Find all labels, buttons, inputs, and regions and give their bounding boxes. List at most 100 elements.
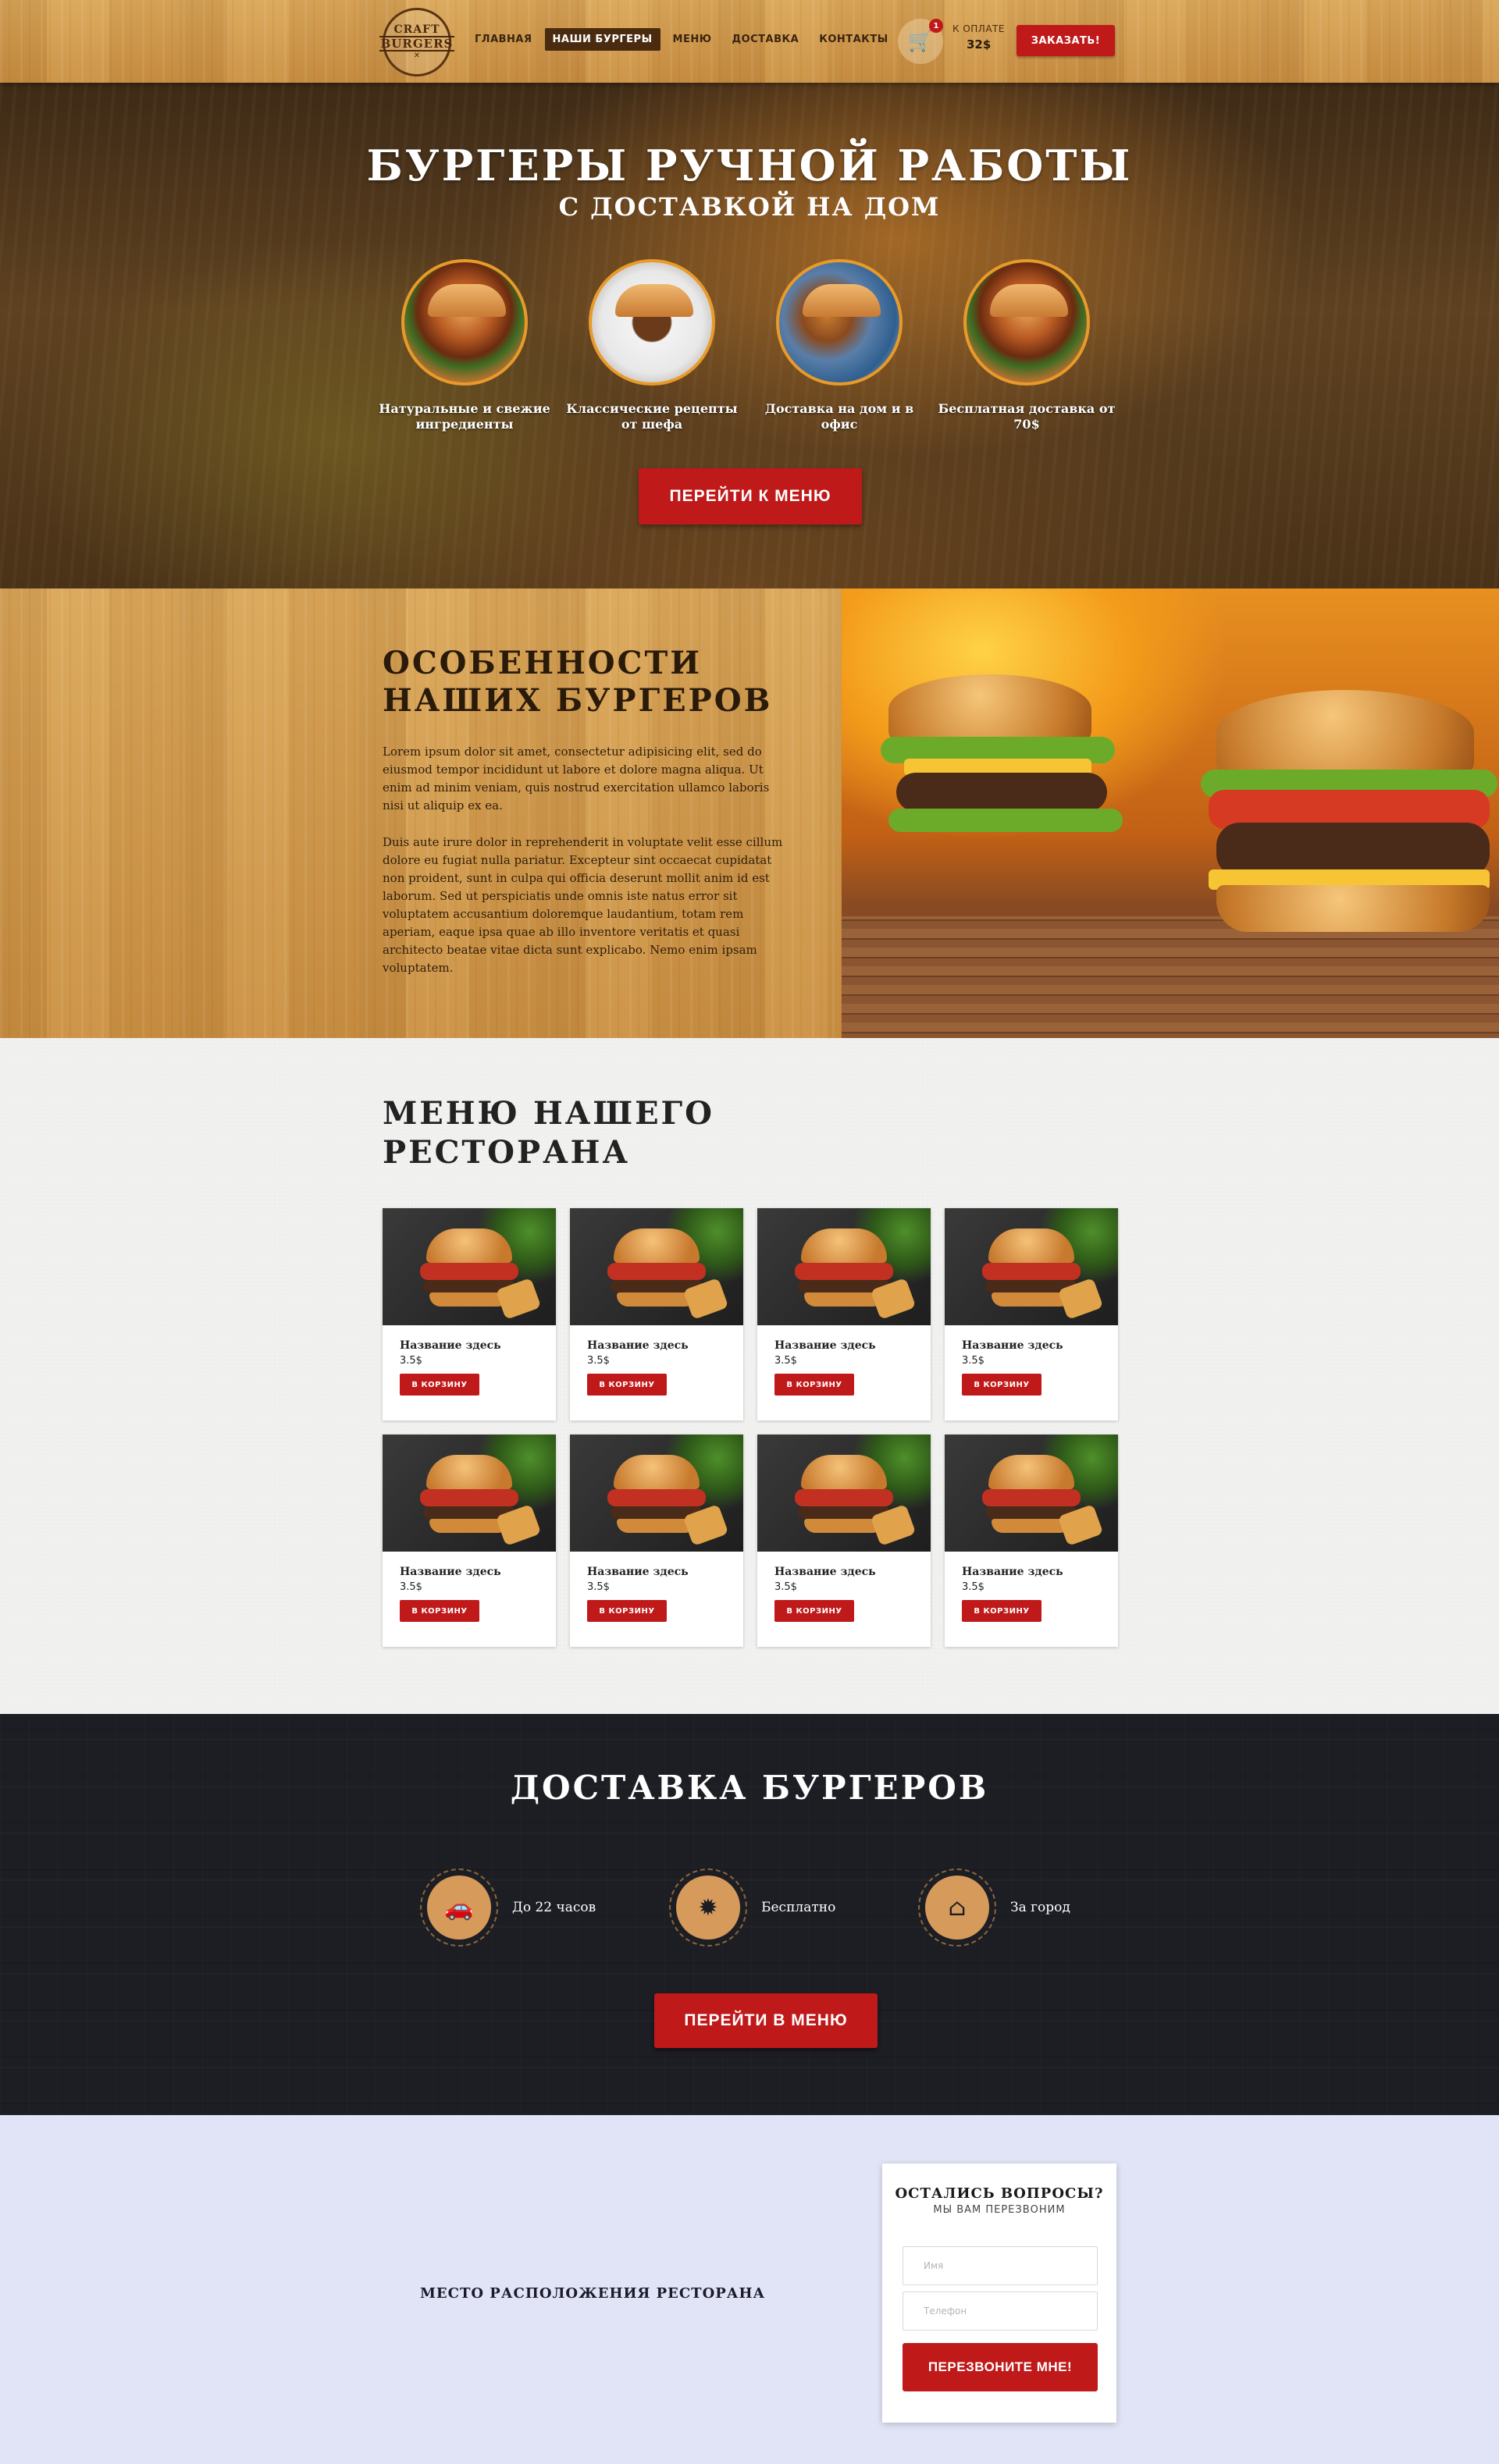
menu-card[interactable]: Название здесь 3.5$ В корзину	[757, 1208, 931, 1420]
order-button[interactable]: Заказать!	[1017, 25, 1115, 56]
main-nav: Главная Наши бургеры Меню Доставка Конта…	[467, 28, 896, 51]
shopping-cart-icon: 🛒	[907, 30, 934, 53]
menu-card[interactable]: Название здесь 3.5$ В корзину	[945, 1435, 1118, 1647]
add-to-cart-button[interactable]: В корзину	[774, 1600, 854, 1622]
nav-item-burgers[interactable]: Наши бургеры	[544, 28, 660, 51]
about-paragraph: Lorem ipsum dolor sit amet, consectetur …	[383, 745, 770, 812]
feature-photo	[589, 259, 715, 386]
feature-photo	[963, 259, 1090, 386]
car-icon: 🚗	[427, 1876, 491, 1940]
about-title-line2: наших бургеров	[383, 682, 773, 719]
menu-item-name: Название здесь	[962, 1339, 1063, 1352]
menu-title: Меню нашего ресторана	[383, 1094, 714, 1172]
menu-item-price: 3.5$	[962, 1355, 984, 1367]
menu-card[interactable]: Название здесь 3.5$ В корзину	[757, 1435, 931, 1647]
badge-icon: ✹	[676, 1876, 740, 1940]
hero-title: Бургеры ручной работы	[366, 140, 1133, 190]
menu-item-price: 3.5$	[587, 1581, 610, 1593]
menu-item-price: 3.5$	[400, 1355, 422, 1367]
feature-caption: Бесплатная доставка от 70$	[938, 401, 1116, 432]
form-title: Остались вопросы?	[895, 2185, 1104, 2202]
delivery-feature: 🚗 До 22 часов	[420, 1868, 596, 1947]
hero-feature: Классические рецепты от шефа	[558, 259, 746, 432]
burger-photo	[570, 1208, 743, 1325]
nav-item-delivery[interactable]: Доставка	[725, 28, 807, 51]
nav-item-home[interactable]: Главная	[467, 28, 540, 51]
delivery-feature: ✹ Бесплатно	[669, 1868, 835, 1947]
pay-label: К оплате	[952, 23, 1005, 34]
feature-photo	[401, 259, 528, 386]
feature-caption: Классические рецепты от шефа	[566, 401, 738, 432]
hero-section: Бургеры ручной работы с доставкой на дом…	[0, 83, 1499, 588]
feature-photo	[776, 259, 903, 386]
add-to-cart-button[interactable]: В корзину	[587, 1600, 667, 1622]
menu-card[interactable]: Название здесь 3.5$ В корзину	[383, 1208, 556, 1420]
hero-subtitle: с доставкой на дом	[558, 192, 941, 222]
menu-item-price: 3.5$	[962, 1581, 984, 1593]
name-field[interactable]	[903, 2246, 1098, 2285]
add-to-cart-button[interactable]: В корзину	[400, 1600, 479, 1622]
phone-field[interactable]	[903, 2292, 1098, 2331]
about-title-line1: Особенности	[383, 645, 703, 681]
feature-caption: Натуральные и свежие ингредиенты	[379, 401, 550, 432]
logo-text-top: CRAFT	[393, 23, 440, 36]
nav-item-menu[interactable]: Меню	[665, 28, 720, 51]
hero-feature: Бесплатная доставка от 70$	[933, 259, 1120, 432]
callback-form: Остались вопросы? Мы вам перезвоним Пере…	[882, 2164, 1116, 2423]
restaurant-location-map[interactable]: Место расположения ресторана	[420, 2285, 765, 2302]
menu-section	[0, 1038, 1499, 1714]
menu-item-name: Название здесь	[774, 1566, 876, 1578]
delivery-title: Доставка бургеров	[510, 1769, 989, 1807]
about-paragraph: Duis aute irure dolor in reprehenderit i…	[383, 835, 783, 975]
menu-card[interactable]: Название здесь 3.5$ В корзину	[570, 1435, 743, 1647]
craft-burgers-logo[interactable]: CRAFT BURGERS ✕	[379, 8, 455, 76]
menu-item-price: 3.5$	[774, 1581, 797, 1593]
hero-feature: Доставка на дом и в офис	[746, 259, 933, 432]
menu-item-name: Название здесь	[587, 1566, 689, 1578]
menu-card[interactable]: Название здесь 3.5$ В корзину	[945, 1208, 1118, 1420]
menu-title-line2: ресторана	[383, 1134, 631, 1171]
burger-photo	[757, 1208, 931, 1325]
add-to-cart-button[interactable]: В корзину	[587, 1374, 667, 1396]
pay-amount: 32$	[967, 37, 992, 52]
cart-count-badge: 1	[929, 19, 943, 33]
delivery-feature-label: До 22 часов	[512, 1900, 596, 1915]
menu-item-price: 3.5$	[587, 1355, 610, 1367]
burgers-photo	[842, 588, 1499, 1038]
delivery-feature: ⌂ За город	[918, 1868, 1070, 1947]
burger-photo	[757, 1435, 931, 1552]
feature-caption: Доставка на дом и в офис	[764, 401, 914, 432]
add-to-cart-button[interactable]: В корзину	[400, 1374, 479, 1396]
menu-item-price: 3.5$	[400, 1581, 422, 1593]
burger-photo	[945, 1435, 1118, 1552]
about-title: Особенности наших бургеров	[383, 645, 772, 720]
menu-card[interactable]: Название здесь 3.5$ В корзину	[570, 1208, 743, 1420]
menu-title-line1: Меню нашего	[383, 1095, 715, 1132]
go-to-menu-button-delivery[interactable]: Перейти в меню	[654, 1993, 878, 2048]
go-to-menu-button[interactable]: Перейти к меню	[639, 468, 862, 524]
delivery-feature-label: За город	[1010, 1900, 1070, 1915]
burger-photo	[945, 1208, 1118, 1325]
menu-item-name: Название здесь	[962, 1566, 1063, 1578]
hero-feature: Натуральные и свежие ингредиенты	[371, 259, 558, 432]
burger-photo	[570, 1435, 743, 1552]
menu-item-name: Название здесь	[400, 1566, 501, 1578]
burger-photo	[383, 1435, 556, 1552]
form-subtitle: Мы вам перезвоним	[933, 2204, 1066, 2216]
call-me-button[interactable]: Перезвоните мне!	[903, 2343, 1098, 2391]
add-to-cart-button[interactable]: В корзину	[962, 1600, 1041, 1622]
add-to-cart-button[interactable]: В корзину	[962, 1374, 1041, 1396]
add-to-cart-button[interactable]: В корзину	[774, 1374, 854, 1396]
home-icon: ⌂	[925, 1876, 989, 1940]
delivery-feature-label: Бесплатно	[761, 1900, 836, 1915]
menu-item-price: 3.5$	[774, 1355, 797, 1367]
menu-card[interactable]: Название здесь 3.5$ В корзину	[383, 1435, 556, 1647]
nav-item-contacts[interactable]: Контакты	[811, 28, 895, 51]
logo-text-main: BURGERS	[379, 35, 455, 52]
burger-photo	[383, 1208, 556, 1325]
site-header: CRAFT BURGERS ✕ Главная Наши бургеры Мен…	[0, 0, 1499, 83]
menu-item-name: Название здесь	[587, 1339, 689, 1352]
menu-item-name: Название здесь	[774, 1339, 876, 1352]
menu-item-name: Название здесь	[400, 1339, 501, 1352]
fork-knife-icon: ✕	[413, 51, 421, 60]
